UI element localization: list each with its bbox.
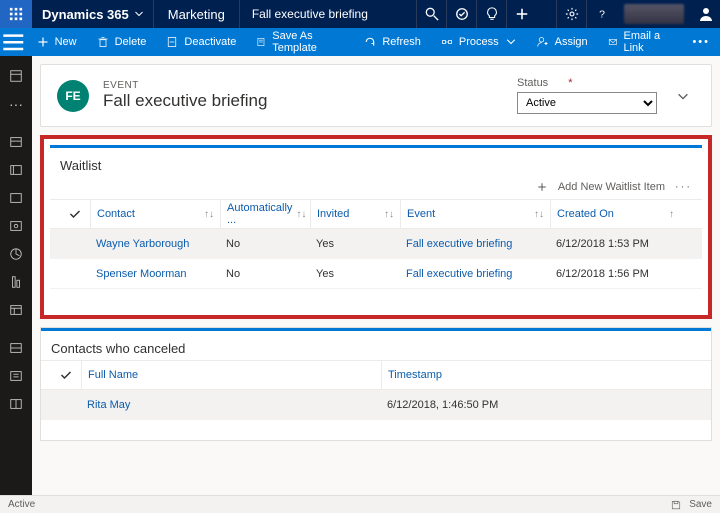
cell-invited: Yes — [310, 259, 400, 288]
user-name[interactable] — [624, 4, 684, 24]
cell-created: 6/12/2018 1:53 PM — [550, 229, 680, 258]
task-icon[interactable] — [446, 0, 476, 28]
waitlist-title: Waitlist — [50, 148, 702, 177]
nav-collapse[interactable] — [0, 29, 27, 56]
chevron-down-icon — [135, 10, 143, 18]
module-label: Marketing — [168, 7, 225, 22]
chevron-down-icon — [505, 36, 517, 48]
refresh-button[interactable]: Refresh — [354, 28, 431, 56]
delete-label: Delete — [115, 36, 147, 48]
nav-item-1[interactable] — [0, 62, 32, 90]
module-name[interactable]: Marketing — [154, 0, 240, 28]
delete-button[interactable]: Delete — [87, 28, 157, 56]
waitlist-header-row: Contact↑↓ Automatically ...↑↓ Invited↑↓ … — [50, 199, 702, 229]
cell-auto: No — [220, 229, 310, 258]
waitlist-row[interactable]: Wayne Yarborough No Yes Fall executive b… — [50, 229, 702, 259]
form-header: FE EVENT Fall executive briefing Status *… — [40, 64, 712, 127]
status-select[interactable]: Active — [517, 92, 657, 114]
nav-item-9[interactable] — [0, 334, 32, 362]
assign-label: Assign — [555, 36, 588, 48]
canceled-section: Contacts who canceled Full Name Timestam… — [40, 327, 712, 441]
gear-icon[interactable] — [556, 0, 586, 28]
svg-text:?: ? — [599, 9, 605, 21]
refresh-label: Refresh — [382, 36, 421, 48]
add-icon[interactable] — [506, 0, 536, 28]
cell-auto: No — [220, 259, 310, 288]
new-label: New — [55, 36, 77, 48]
waitlist-row[interactable]: Spenser Moorman No Yes Fall executive br… — [50, 259, 702, 289]
nav-item-3[interactable] — [0, 156, 32, 184]
waitlist-section: Waitlist Add New Waitlist Item ··· Conta… — [40, 135, 712, 319]
contact-link[interactable]: Spenser Moorman — [90, 259, 220, 288]
nav-item-7[interactable] — [0, 268, 32, 296]
waitlist-more[interactable]: ··· — [675, 181, 692, 193]
save-as-template-button[interactable]: Save As Template — [246, 28, 354, 56]
nav-item-10[interactable] — [0, 362, 32, 390]
process-button[interactable]: Process — [431, 28, 527, 56]
product-brand[interactable]: Dynamics 365 — [32, 0, 154, 28]
lightbulb-icon[interactable] — [476, 0, 506, 28]
nav-item-2[interactable] — [0, 128, 32, 156]
col-auto[interactable]: Automatically ...↑↓ — [220, 200, 310, 228]
canceled-title: Contacts who canceled — [41, 331, 711, 360]
col-created[interactable]: Created On↑ — [550, 200, 680, 228]
record-avatar: FE — [57, 80, 89, 112]
required-indicator: * — [568, 77, 572, 89]
assign-button[interactable]: Assign — [527, 28, 598, 56]
help-icon[interactable]: ? — [586, 0, 616, 28]
nav-more-upper[interactable]: ··· — [9, 90, 23, 118]
expand-header[interactable] — [671, 89, 695, 103]
entity-type: EVENT — [103, 80, 267, 91]
event-link[interactable]: Fall executive briefing — [400, 229, 550, 258]
nav-item-6[interactable] — [0, 240, 32, 268]
breadcrumb[interactable]: Fall executive briefing — [240, 0, 380, 28]
fullname-link[interactable]: Rita May — [81, 390, 381, 419]
search-icon[interactable] — [416, 0, 446, 28]
cell-created: 6/12/2018 1:56 PM — [550, 259, 680, 288]
cell-invited: Yes — [310, 229, 400, 258]
nav-rail: ··· — [0, 56, 32, 495]
col-contact[interactable]: Contact↑↓ — [90, 200, 220, 228]
deactivate-button[interactable]: Deactivate — [156, 28, 246, 56]
save-icon — [671, 500, 681, 510]
canceled-header-row: Full Name Timestamp — [41, 360, 711, 390]
save-as-template-label: Save As Template — [272, 30, 344, 54]
check-icon — [69, 208, 81, 220]
avatar-initials: FE — [65, 89, 80, 103]
col-invited[interactable]: Invited↑↓ — [310, 200, 400, 228]
process-label: Process — [459, 36, 499, 48]
user-avatar[interactable] — [692, 0, 720, 28]
new-button[interactable]: New — [27, 28, 87, 56]
record-state: Active — [8, 499, 35, 510]
contact-link[interactable]: Wayne Yarborough — [90, 229, 220, 258]
event-link[interactable]: Fall executive briefing — [400, 259, 550, 288]
cell-timestamp: 6/12/2018, 1:46:50 PM — [381, 390, 701, 419]
email-link-label: Email a Link — [623, 30, 672, 54]
add-waitlist-item[interactable]: Add New Waitlist Item — [558, 181, 665, 193]
save-button[interactable]: Save — [689, 499, 712, 510]
col-event[interactable]: Event↑↓ — [400, 200, 550, 228]
status-label: Status — [517, 77, 548, 89]
app-launcher[interactable] — [0, 0, 32, 28]
check-icon — [60, 369, 72, 381]
plus-icon — [536, 181, 548, 193]
col-timestamp[interactable]: Timestamp — [381, 361, 701, 389]
nav-item-4[interactable] — [0, 184, 32, 212]
deactivate-label: Deactivate — [184, 36, 236, 48]
nav-item-11[interactable] — [0, 390, 32, 418]
nav-item-5[interactable] — [0, 212, 32, 240]
product-brand-label: Dynamics 365 — [42, 7, 129, 22]
email-link-button[interactable]: Email a Link — [598, 28, 683, 56]
record-title: Fall executive briefing — [103, 91, 267, 111]
nav-item-8[interactable] — [0, 296, 32, 324]
breadcrumb-label: Fall executive briefing — [252, 7, 368, 21]
col-fullname[interactable]: Full Name — [81, 361, 381, 389]
canceled-row[interactable]: Rita May 6/12/2018, 1:46:50 PM — [41, 390, 711, 420]
more-commands[interactable]: ••• — [682, 28, 720, 56]
